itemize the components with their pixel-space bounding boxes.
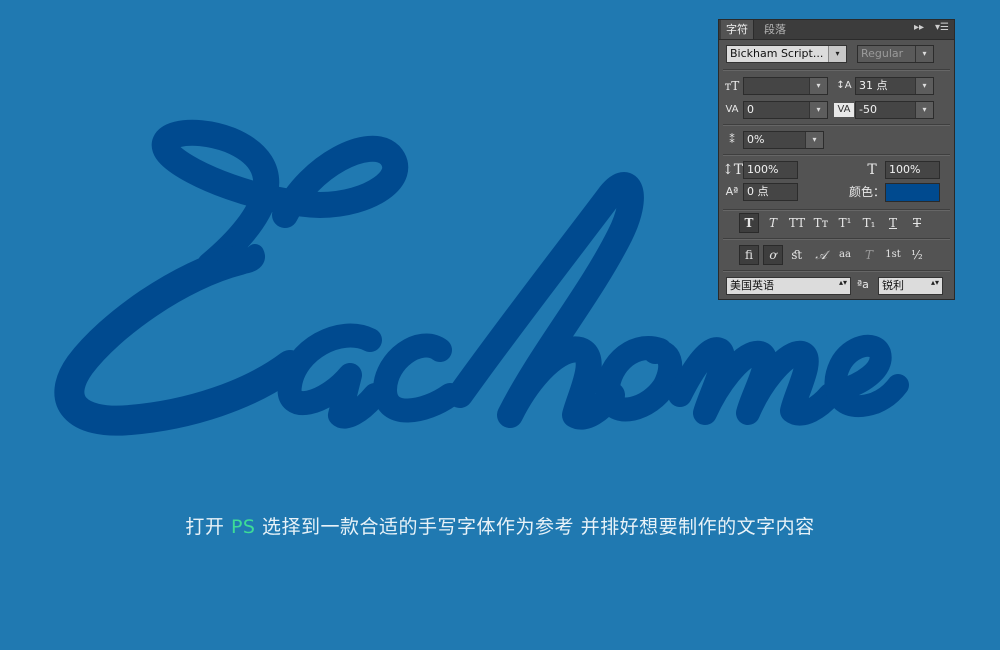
leading-value: 31 点: [859, 79, 888, 92]
tsume-input[interactable]: 0% ▾: [743, 131, 824, 149]
divider: [723, 238, 950, 240]
collapse-panel-icon[interactable]: ▸▸: [914, 22, 924, 33]
caption-before: 打开: [185, 516, 231, 538]
font-size-input[interactable]: ▾: [743, 77, 828, 95]
font-family-value: Bickham Script...: [730, 47, 824, 60]
tracking-input[interactable]: -50 ▾: [855, 101, 934, 119]
spin-arrows-icon: ▴▾: [930, 278, 939, 287]
ligatures-button[interactable]: ﬁ: [739, 245, 759, 265]
divider: [723, 209, 950, 211]
opentype-buttons: ﬁ ơ ﬆ 𝒜 aa T 1st ½: [735, 245, 935, 265]
text-color-swatch[interactable]: [885, 183, 940, 202]
divider: [723, 69, 950, 71]
chevron-down-icon: ▾: [828, 46, 846, 62]
all-caps-button[interactable]: TT: [787, 213, 807, 233]
font-style-select[interactable]: Regular ▾: [857, 45, 934, 63]
kerning-icon: VA: [725, 104, 739, 115]
leading-input[interactable]: 31 点 ▾: [855, 77, 934, 95]
ordinals-button[interactable]: 1st: [883, 245, 903, 265]
language-value: 美国英语: [730, 279, 774, 292]
faux-bold-button[interactable]: T: [739, 213, 759, 233]
discretionary-ligatures-button[interactable]: ﬆ: [787, 245, 807, 265]
strikethrough-button[interactable]: T: [907, 213, 927, 233]
font-family-select[interactable]: Bickham Script... ▾: [726, 45, 847, 63]
fractions-button[interactable]: ½: [907, 245, 927, 265]
text-style-buttons: T T TT Tт T¹ T₁ T T: [735, 213, 935, 233]
underline-button[interactable]: T: [883, 213, 903, 233]
contextual-alternates-button[interactable]: ơ: [763, 245, 783, 265]
kerning-input[interactable]: 0 ▾: [743, 101, 828, 119]
vertical-scale-input[interactable]: 100%: [743, 161, 798, 179]
caption-text: 打开 PS 选择到一款合适的手写字体作为参考 并排好想要制作的文字内容: [0, 512, 1000, 539]
faux-italic-button[interactable]: T: [763, 213, 783, 233]
tracking-icon: VA: [834, 103, 854, 117]
character-panel: 字符 段落 ▸▸ ▾☰ Bickham Script... ▾ Regular …: [718, 19, 955, 300]
chevron-down-icon: ▾: [809, 78, 827, 94]
antialias-icon: ªa: [857, 278, 869, 291]
baseline-shift-input[interactable]: 0 点: [743, 183, 798, 201]
chevron-down-icon: ▾: [809, 102, 827, 118]
color-label: 颜色：: [849, 185, 886, 199]
subscript-button[interactable]: T₁: [859, 213, 879, 233]
chevron-down-icon: ▾: [805, 132, 823, 148]
divider: [723, 124, 950, 126]
baseline-shift-icon: Aª: [725, 185, 739, 198]
vertical-scale-value: 100%: [747, 163, 779, 176]
kerning-value: 0: [747, 103, 754, 116]
chevron-down-icon: ▾: [915, 78, 933, 94]
tsume-icon: ⁑: [729, 133, 735, 146]
tsume-value: 0%: [747, 133, 765, 146]
spin-arrows-icon: ▴▾: [838, 278, 847, 287]
font-size-icon: ᴛT: [724, 79, 740, 93]
swash-button[interactable]: 𝒜: [811, 245, 831, 265]
baseline-shift-value: 0 点: [747, 185, 769, 198]
font-style-value: Regular: [861, 47, 904, 60]
caption-highlight: PS: [230, 516, 256, 538]
horizontal-scale-input[interactable]: 100%: [885, 161, 940, 179]
antialias-select[interactable]: 锐利 ▴▾: [878, 277, 943, 295]
tab-paragraph[interactable]: 段落: [759, 20, 791, 39]
chevron-down-icon: ▾: [915, 46, 933, 62]
tracking-value: -50: [859, 103, 877, 116]
superscript-button[interactable]: T¹: [835, 213, 855, 233]
language-select[interactable]: 美国英语 ▴▾: [726, 277, 851, 295]
vertical-scale-icon: ↕T: [722, 162, 744, 178]
divider: [723, 154, 950, 156]
stylistic-alternates-button[interactable]: aa: [835, 245, 855, 265]
divider: [723, 270, 950, 272]
tab-character[interactable]: 字符: [721, 20, 754, 39]
small-caps-button[interactable]: Tт: [811, 213, 831, 233]
titling-alternates-button[interactable]: T: [859, 245, 879, 265]
caption-after: 选择到一款合适的手写字体作为参考 并排好想要制作的文字内容: [255, 516, 815, 538]
horizontal-scale-icon: T: [867, 162, 877, 178]
chevron-down-icon: ▾: [915, 102, 933, 118]
leading-icon: ↕A: [836, 80, 852, 91]
panel-tab-bar: 字符 段落 ▸▸ ▾☰: [719, 20, 954, 40]
panel-menu-icon[interactable]: ▾☰: [935, 22, 949, 33]
antialias-value: 锐利: [882, 279, 904, 292]
horizontal-scale-value: 100%: [889, 163, 921, 176]
